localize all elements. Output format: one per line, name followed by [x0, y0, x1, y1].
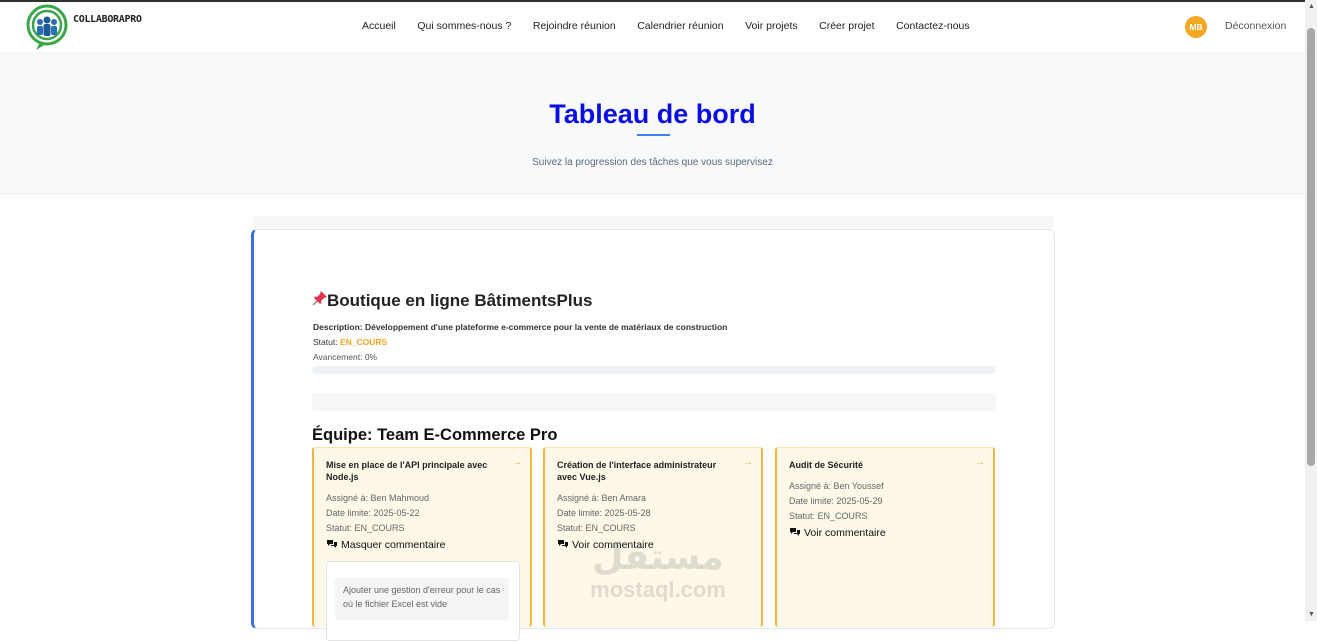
- arrow-right-icon[interactable]: →: [512, 457, 522, 468]
- arrow-right-icon[interactable]: →: [743, 457, 753, 468]
- task-assignee: Assigné à: Ben Mahmoud: [326, 493, 430, 503]
- pushpin-icon: [312, 290, 328, 306]
- comments-icon: [327, 540, 337, 548]
- project-status: Statut: EN_COURS: [313, 337, 387, 347]
- avatar[interactable]: MB: [1185, 16, 1207, 38]
- dashboard-header: Tableau de bord Suivez la progression de…: [0, 52, 1305, 194]
- toggle-comment-button[interactable]: Masquer commentaire: [326, 539, 445, 551]
- comment-text: Ajouter une gestion d'erreur pour le cas…: [335, 578, 509, 620]
- progress-bar: [312, 366, 996, 374]
- toggle-comment-label: Voir commentaire: [572, 539, 654, 551]
- nav-rejoindre-reunion[interactable]: Rejoindre réunion: [533, 20, 616, 32]
- title-underline: [637, 134, 670, 136]
- project-status-label: Statut:: [313, 337, 340, 347]
- navbar: COLLABORAPRO Accueil Qui sommes-nous ? R…: [0, 2, 1305, 52]
- task-assignee: Assigné à: Ben Amara: [557, 493, 647, 503]
- scrollbar-thumb[interactable]: [1307, 28, 1315, 466]
- project-status-value: EN_COURS: [339, 337, 388, 347]
- placeholder-bar: [312, 393, 996, 411]
- vertical-scrollbar[interactable]: ▲ ▼: [1305, 0, 1317, 621]
- task-assignee: Assigné à: Ben Youssef: [789, 481, 884, 491]
- nav-creer-projet[interactable]: Créer projet: [819, 20, 874, 32]
- project-description: Description: Développement d'une platefo…: [313, 322, 728, 332]
- brand-name[interactable]: COLLABORAPRO: [73, 14, 142, 25]
- nav-qui-sommes-nous[interactable]: Qui sommes-nous ?: [417, 20, 511, 32]
- task-deadline: Date limite: 2025-05-28: [557, 508, 651, 518]
- scroll-down-icon[interactable]: ▼: [1308, 611, 1315, 618]
- nav-accueil[interactable]: Accueil: [362, 20, 396, 32]
- task-deadline: Date limite: 2025-05-22: [326, 508, 420, 518]
- nav-contactez-nous[interactable]: Contactez-nous: [896, 20, 970, 32]
- task-card[interactable]: Création de l'interface administrateur a…: [543, 447, 763, 627]
- task-status: Statut: EN_COURS: [557, 523, 636, 533]
- comments-icon: [790, 528, 800, 536]
- scroll-up-icon[interactable]: ▲: [1308, 3, 1315, 10]
- nav-voir-projets[interactable]: Voir projets: [745, 20, 798, 32]
- task-status: Statut: EN_COURS: [789, 511, 868, 521]
- task-card[interactable]: Audit de Sécurité → Assigné à: Ben Youss…: [775, 447, 995, 627]
- toggle-comment-label: Voir commentaire: [804, 527, 886, 539]
- comments-icon: [558, 540, 568, 548]
- page-title: Tableau de bord: [549, 99, 756, 129]
- logout-link[interactable]: Déconnexion: [1225, 20, 1286, 32]
- toggle-comment-label: Masquer commentaire: [341, 539, 446, 551]
- project-progress-label: Avancement: 0%: [313, 352, 378, 362]
- project-title: Boutique en ligne BâtimentsPlus: [327, 291, 593, 310]
- arrow-right-icon[interactable]: →: [975, 457, 985, 468]
- nav-calendrier-reunion[interactable]: Calendrier réunion: [637, 20, 723, 32]
- main-nav: Accueil Qui sommes-nous ? Rejoindre réun…: [362, 20, 991, 32]
- task-title: Mise en place de l'API principale avec N…: [326, 460, 488, 482]
- team-title: Équipe: Team E-Commerce Pro: [312, 426, 558, 444]
- task-card[interactable]: Mise en place de l'API principale avec N…: [312, 447, 532, 641]
- card-top-strip: [253, 216, 1054, 228]
- page-subtitle: Suivez la progression des tâches que vou…: [532, 157, 773, 168]
- task-title: Création de l'interface administrateur a…: [557, 460, 717, 482]
- toggle-comment-button[interactable]: Voir commentaire: [557, 539, 654, 551]
- comment-box: Ajouter une gestion d'erreur pour le cas…: [326, 561, 520, 641]
- toggle-comment-button[interactable]: Voir commentaire: [789, 527, 886, 539]
- task-title: Audit de Sécurité: [789, 460, 864, 470]
- task-status: Statut: EN_COURS: [326, 523, 405, 533]
- collaborapro-logo-icon[interactable]: [26, 4, 70, 50]
- task-deadline: Date limite: 2025-05-29: [789, 496, 883, 506]
- project-card: Boutique en ligne BâtimentsPlus Descript…: [251, 229, 1055, 641]
